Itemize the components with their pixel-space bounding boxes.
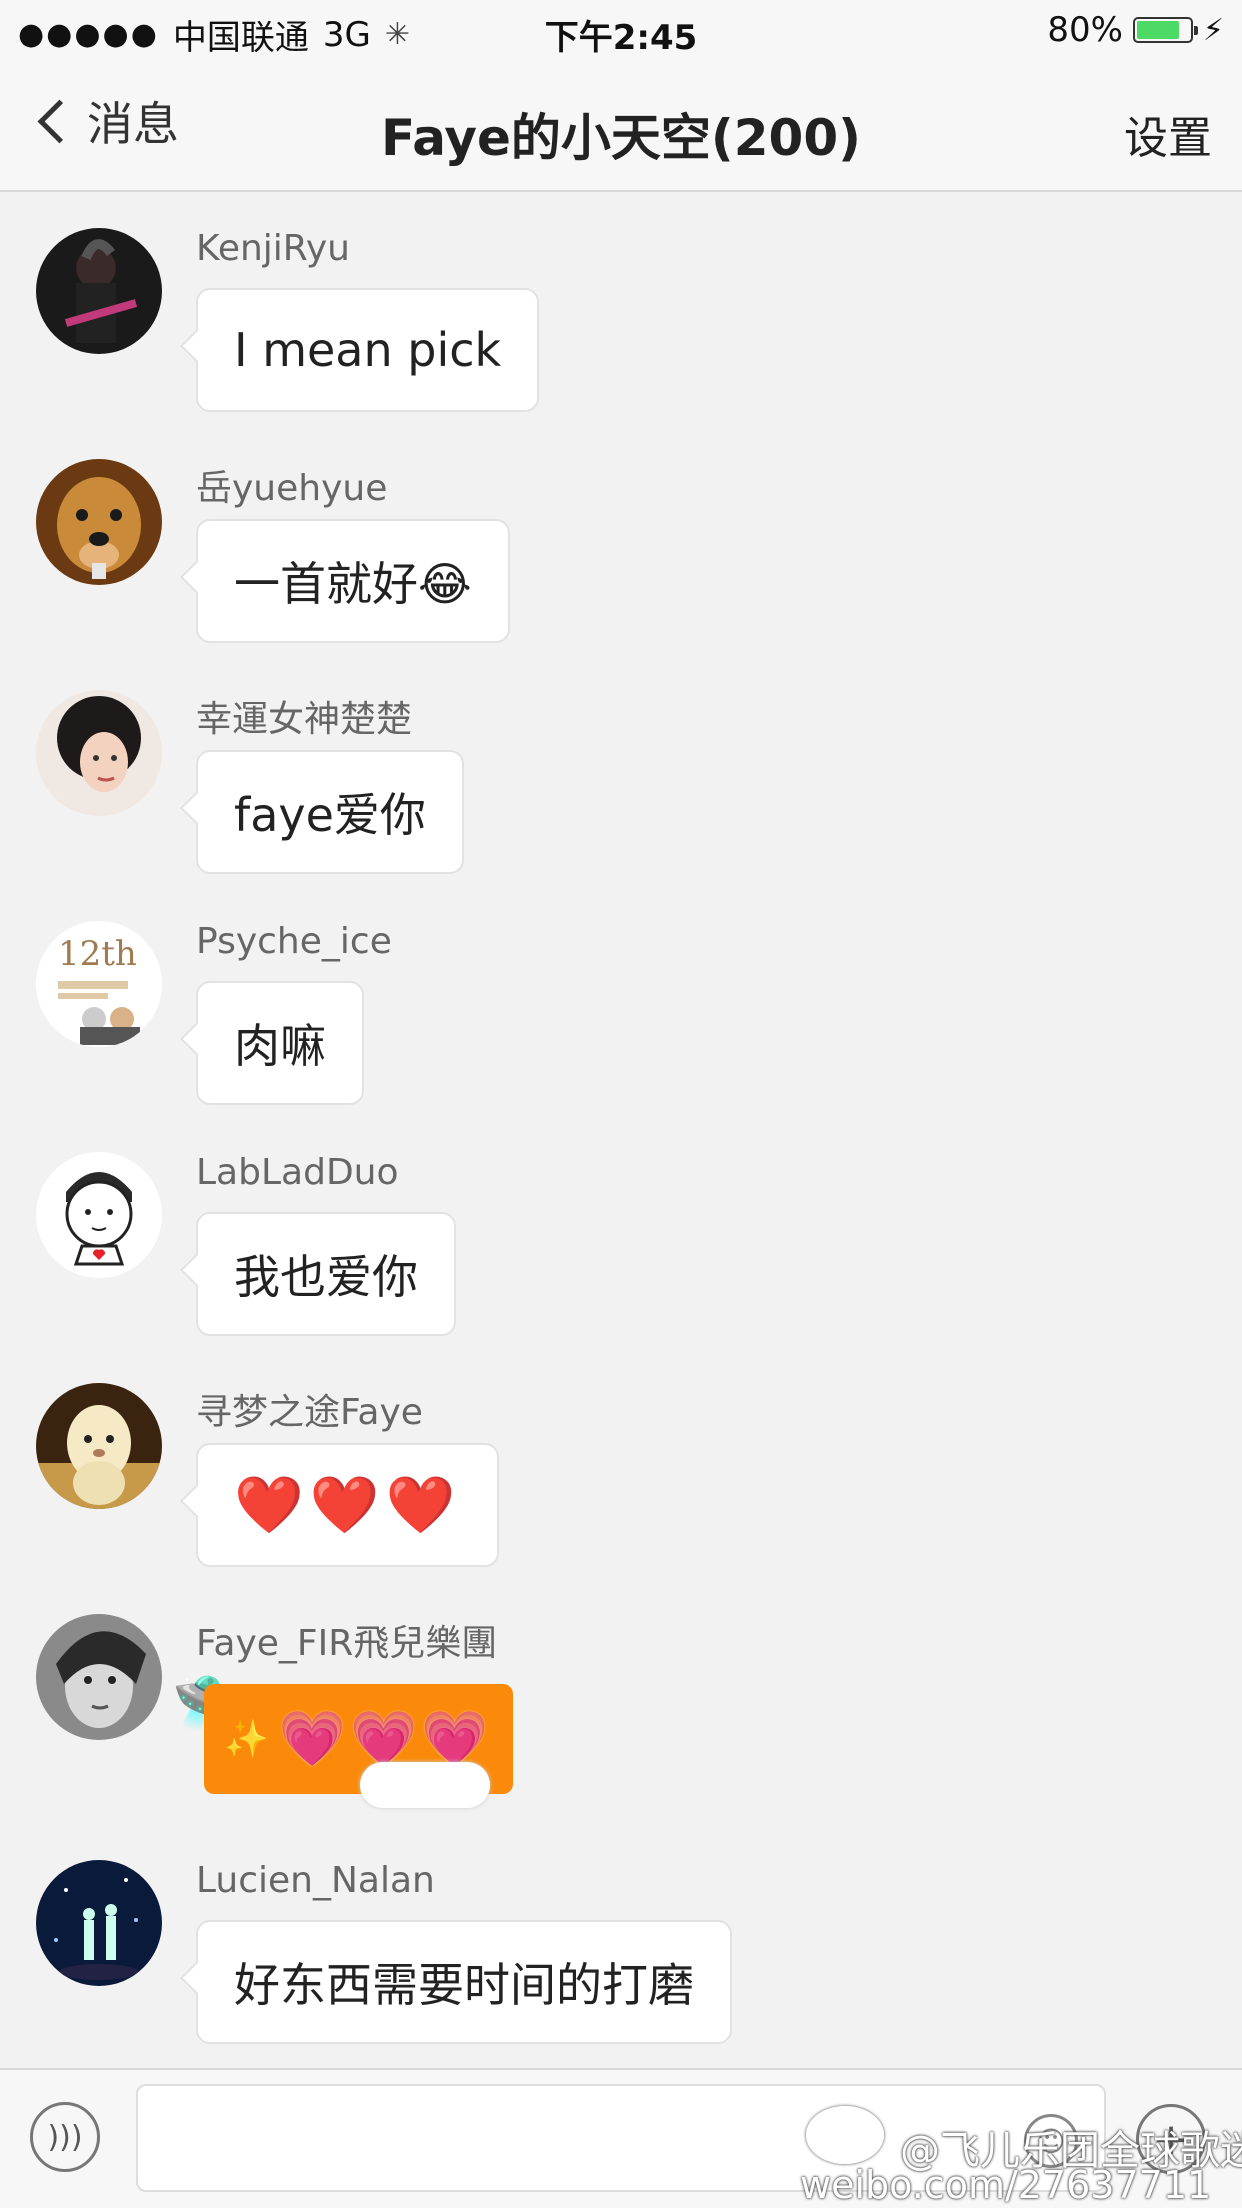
message-item: 寻梦之途Faye ❤️❤️❤️ (0, 1383, 1242, 1614)
charging-icon: ⚡ (1202, 12, 1224, 48)
page-title: Faye的小天空(200) (380, 109, 861, 167)
message-item: 岳yuehyue 一首就好😂 (0, 459, 1242, 690)
avatar[interactable] (36, 1383, 162, 1509)
username: LabLadDuo (196, 1152, 399, 1193)
battery-fill (1136, 21, 1179, 39)
avatar[interactable] (36, 228, 162, 354)
message-bubble[interactable]: 好东西需要时间的打磨 (196, 1920, 732, 2044)
username: 幸運女神楚楚 (196, 699, 413, 740)
voice-icon[interactable]: ))) (30, 2102, 100, 2172)
message-item: 12th Psyche_ice 肉嘛 (0, 921, 1242, 1152)
message-bubble[interactable]: 我也爱你 (196, 1212, 456, 1336)
message-bubble[interactable]: 一首就好😂 (196, 519, 510, 643)
message-item: Faye_FIR飛兒樂團 🛸 ✨ 💗💗💗 (0, 1614, 1242, 1845)
avatar[interactable] (36, 1614, 162, 1740)
status-bar: ●●●●● 中国联通 3G ✳ 下午2:45 80% ⚡ (0, 0, 1242, 62)
avatar[interactable] (36, 1152, 162, 1278)
username: KenjiRyu (196, 228, 350, 269)
avatar[interactable] (36, 690, 162, 816)
message-item: LabLadDuo 我也爱你 (0, 1152, 1242, 1383)
username: Lucien_Nalan (196, 1860, 435, 1901)
battery-icon (1132, 17, 1198, 43)
avatar-text: 12th (58, 934, 137, 974)
username: Faye_FIR飛兒樂團 (196, 1623, 498, 1664)
message-bubble[interactable]: faye爱你 (196, 750, 464, 874)
cloud-sticker-icon (360, 1762, 490, 1808)
message-item: KenjiRyu I mean pick (0, 228, 1242, 459)
message-bubble[interactable]: ❤️❤️❤️ (196, 1443, 500, 1567)
status-bar-right: 80% ⚡ (1047, 10, 1224, 50)
avatar[interactable] (36, 1860, 162, 1986)
weibo-logo-icon (806, 2106, 884, 2164)
watermark-line2: weibo.com/27637711 (800, 2163, 1212, 2207)
battery-percent: 80% (1047, 10, 1123, 50)
username: 岳yuehyue (196, 468, 388, 509)
message-bubble[interactable]: 肉嘛 (196, 981, 364, 1105)
message-item: 幸運女神楚楚 faye爱你 (0, 690, 1242, 921)
message-bubble[interactable]: I mean pick (196, 288, 540, 412)
username: 寻梦之途Faye (196, 1392, 423, 1433)
username: Psyche_ice (196, 921, 392, 962)
sparkle-icon: ✨ (224, 1719, 269, 1760)
settings-button[interactable]: 设置 (1124, 102, 1212, 166)
avatar[interactable]: 12th (36, 921, 162, 1047)
avatar[interactable] (36, 459, 162, 585)
nav-bar: 消息 Faye的小天空(200) 设置 (0, 62, 1242, 192)
message-item: Lucien_Nalan 好东西需要时间的打磨 (0, 1860, 1242, 2091)
